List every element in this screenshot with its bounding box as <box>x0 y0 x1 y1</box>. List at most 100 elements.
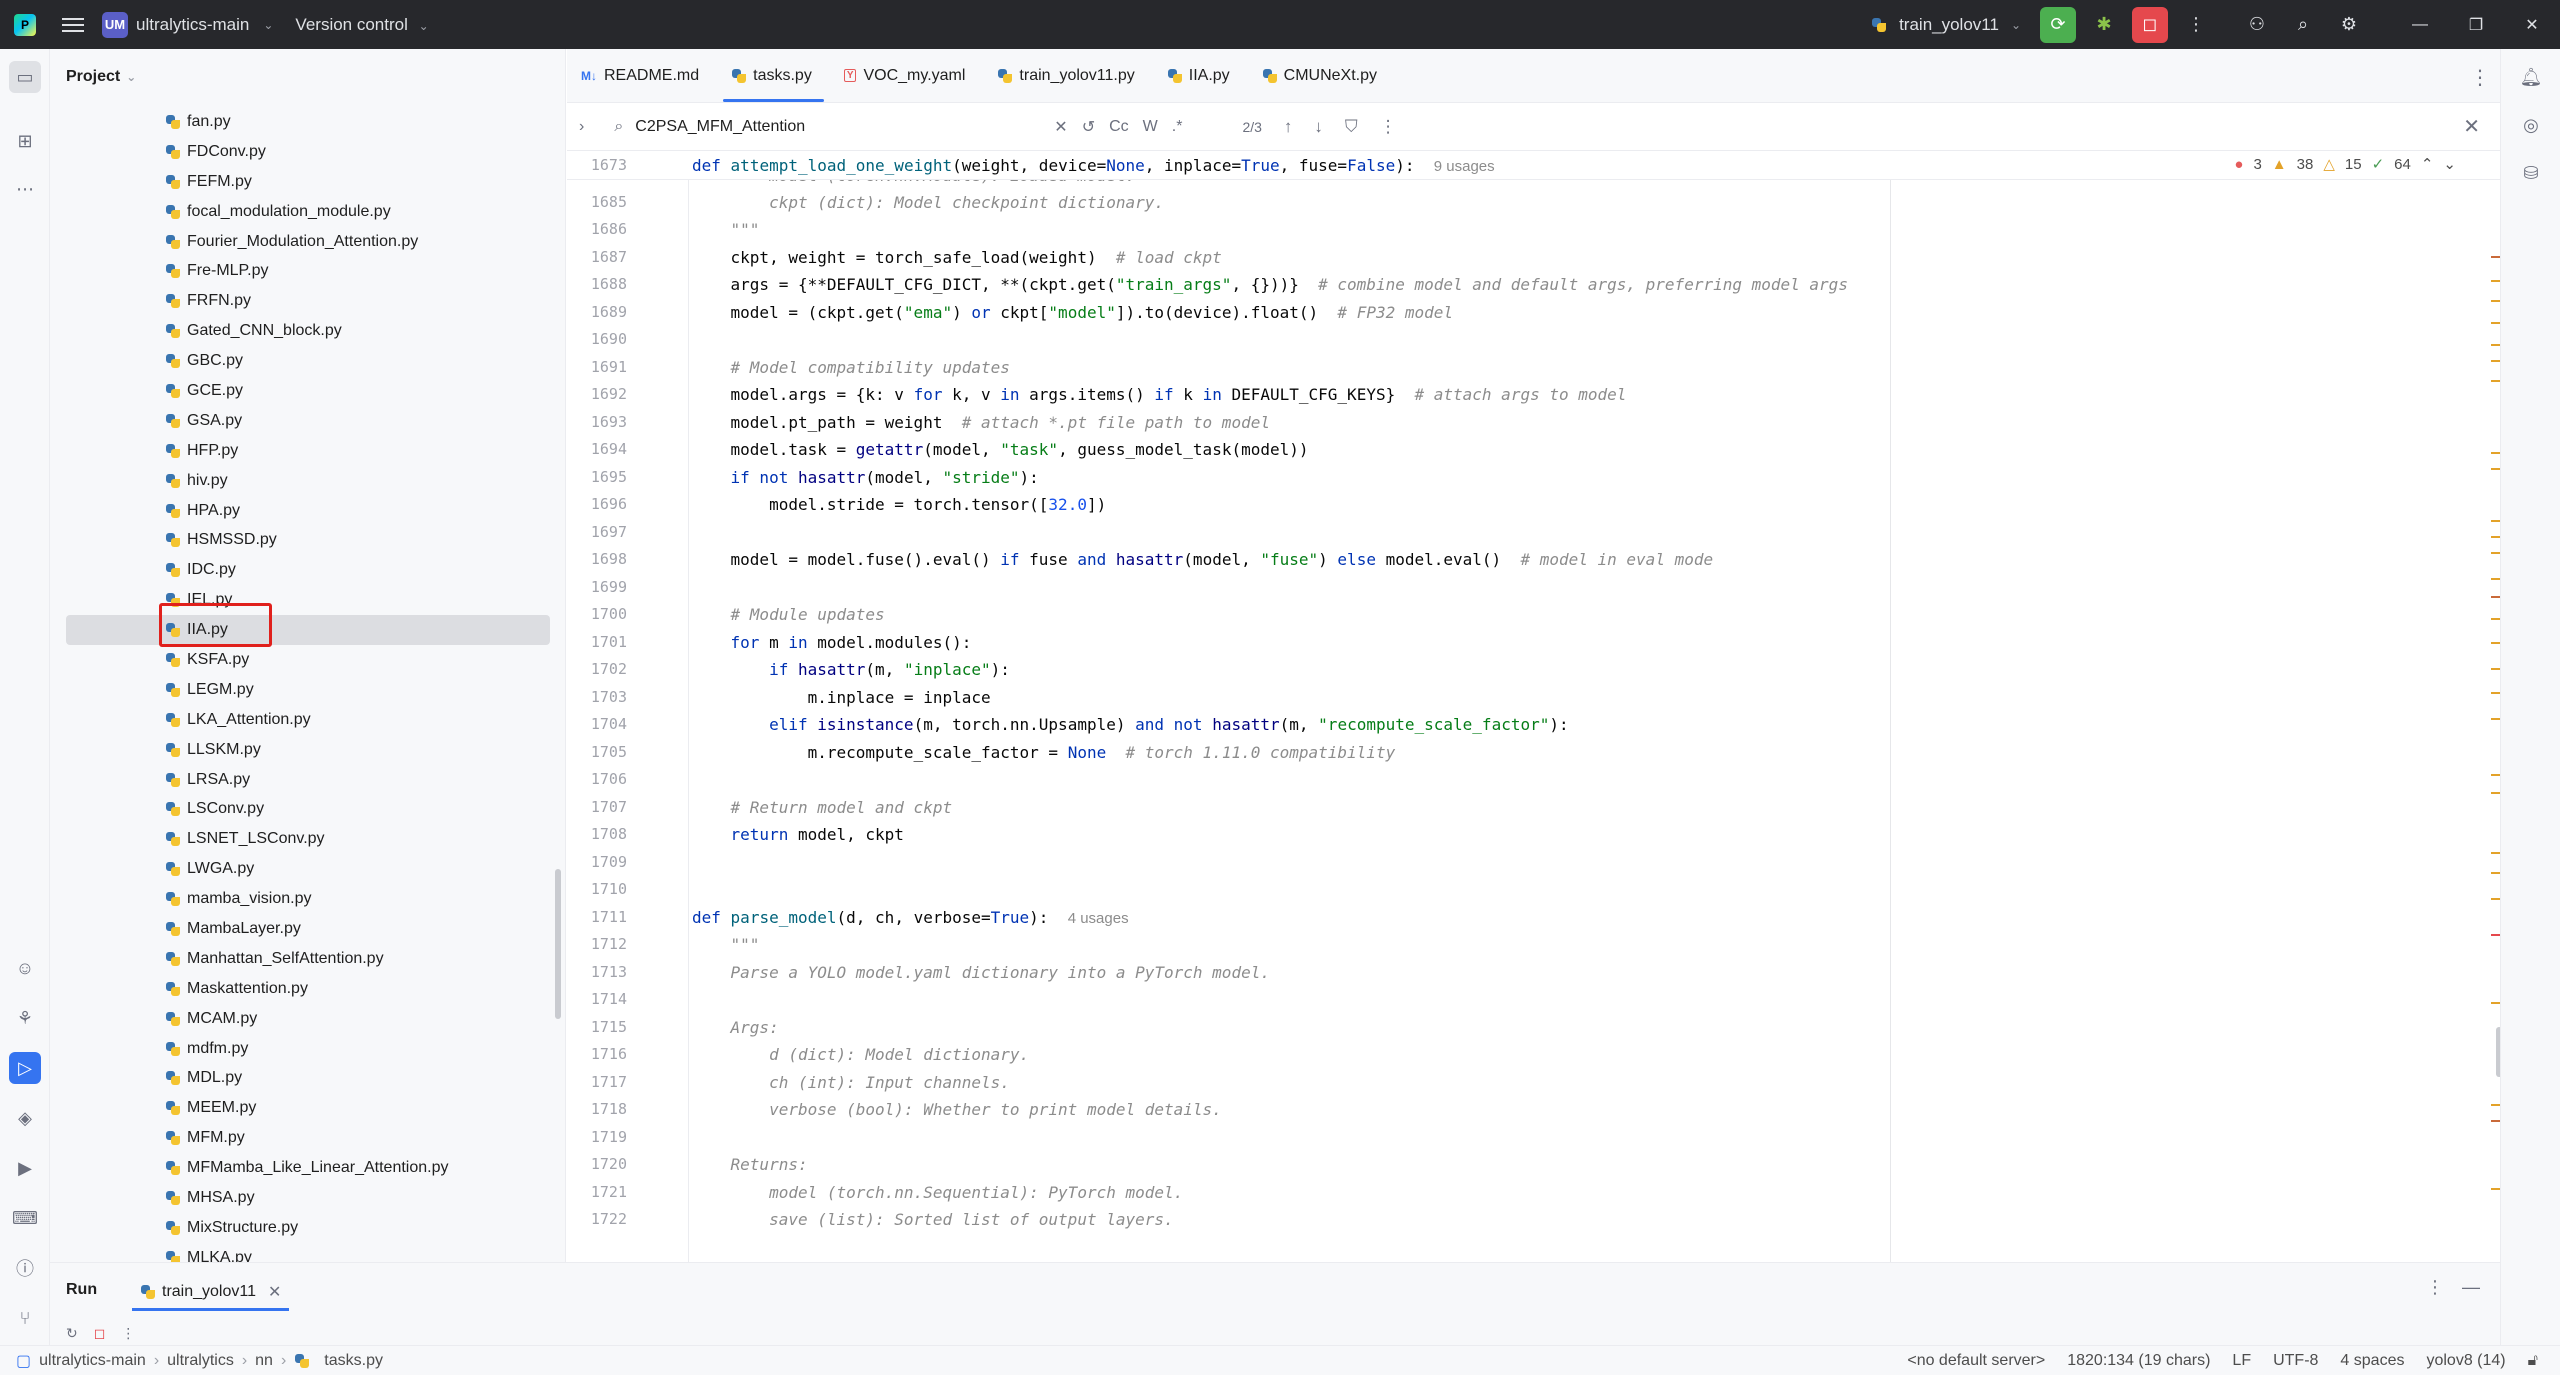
stripe-marker[interactable] <box>2491 322 2500 324</box>
clear-icon[interactable]: ✕ <box>1054 117 1067 137</box>
stripe-marker[interactable] <box>2491 852 2500 854</box>
stripe-marker[interactable] <box>2491 642 2500 644</box>
file-tree-item[interactable]: HPA.py <box>50 496 550 526</box>
file-tree-item[interactable]: MFMamba_Like_Linear_Attention.py <box>50 1153 550 1183</box>
file-tree-item[interactable]: MDL.py <box>50 1064 550 1094</box>
file-tree-item[interactable]: Fre-MLP.py <box>50 256 550 286</box>
file-tree-item[interactable]: GSA.py <box>50 406 550 436</box>
database-icon[interactable]: ⛁ <box>2515 157 2547 189</box>
file-tree-item[interactable]: Fourier_Modulation_Attention.py <box>50 227 550 257</box>
tab-voc-yaml[interactable]: Y VOC_my.yaml <box>830 49 984 102</box>
file-tree-item[interactable]: IIA.py <box>66 615 550 646</box>
close-icon[interactable]: ✕ <box>268 1282 281 1302</box>
inspection-widget[interactable]: ● 3 ▲ 38 △ 15 ✓ 64 ⌃ ⌄ <box>2234 155 2456 174</box>
tab-iia[interactable]: IIA.py <box>1153 49 1248 102</box>
stripe-marker[interactable] <box>2491 718 2500 720</box>
services-icon[interactable]: ▶ <box>9 1152 41 1184</box>
sticky-header[interactable]: 1673 def attempt_load_one_weight(weight,… <box>567 152 2500 180</box>
file-tree-item[interactable]: GBC.py <box>50 346 550 376</box>
pycharm-logo-icon[interactable]: P <box>14 13 36 36</box>
file-tree-item[interactable]: mamba_vision.py <box>50 884 550 914</box>
file-tree-item[interactable]: LLSKM.py <box>50 735 550 765</box>
find-input[interactable]: C2PSA_MFM_Attention <box>635 118 1040 136</box>
file-tree-item[interactable]: LSConv.py <box>50 794 550 824</box>
stop-icon[interactable]: ◻ <box>94 1325 106 1342</box>
arrow-up-icon[interactable]: ↑ <box>1284 117 1293 137</box>
file-tree-item[interactable]: LEGM.py <box>50 675 550 705</box>
file-tree-item[interactable]: MLKA.py <box>50 1243 550 1262</box>
gear-icon[interactable]: ⚙ <box>2331 7 2367 43</box>
whole-words-toggle[interactable]: W <box>1143 118 1158 136</box>
server-status[interactable]: <no default server> <box>1907 1352 2045 1370</box>
match-case-toggle[interactable]: Cc <box>1109 118 1129 136</box>
stripe-marker[interactable] <box>2491 578 2500 580</box>
tab-readme[interactable]: M↓ README.md <box>567 49 717 102</box>
stripe-marker[interactable] <box>2491 1002 2500 1004</box>
chevron-down-icon[interactable]: ⌄ <box>2443 155 2456 173</box>
main-menu-icon[interactable] <box>62 14 84 36</box>
git-icon[interactable]: ⑂ <box>9 1302 41 1334</box>
file-tree-item[interactable]: LRSA.py <box>50 765 550 795</box>
minimize-icon[interactable]: — <box>2392 0 2448 49</box>
stripe-marker[interactable] <box>2491 668 2500 670</box>
stripe-marker[interactable] <box>2491 552 2500 554</box>
search-icon[interactable]: ⌕ <box>2285 7 2321 43</box>
stripe-marker[interactable] <box>2491 300 2500 302</box>
python-console-icon[interactable]: ⚘ <box>9 1002 41 1034</box>
usages-hint[interactable]: 4 usages <box>1068 910 1129 927</box>
file-tree-item[interactable]: GCE.py <box>50 376 550 406</box>
file-tree-item[interactable]: FRFN.py <box>50 286 550 316</box>
terminal-icon[interactable]: ⌨ <box>9 1202 41 1234</box>
chevron-up-icon[interactable]: ⌃ <box>2421 155 2434 173</box>
filter-icon[interactable]: ⛉ <box>1345 117 1358 137</box>
ai-chat-icon[interactable]: ◎ <box>2515 109 2547 141</box>
rerun-icon[interactable]: ↻ <box>66 1325 78 1342</box>
file-tree-item[interactable]: MCAM.py <box>50 1004 550 1034</box>
more-actions-icon[interactable]: ⋮ <box>2178 7 2214 43</box>
breadcrumb-item[interactable]: ultralytics-main <box>39 1352 146 1370</box>
minimize-panel-icon[interactable]: — <box>2462 1277 2480 1298</box>
breadcrumb-item[interactable]: tasks.py <box>324 1352 383 1370</box>
file-tree-item[interactable]: IDC.py <box>50 555 550 585</box>
file-tree-item[interactable]: HFP.py <box>50 436 550 466</box>
file-tree-item[interactable]: FDConv.py <box>50 137 550 167</box>
file-tree-item[interactable]: IEL.py <box>50 585 550 615</box>
folder-icon[interactable]: ▭ <box>9 61 41 93</box>
project-scrollbar[interactable] <box>555 869 561 1019</box>
file-tree-item[interactable]: mdfm.py <box>50 1034 550 1064</box>
more-options-icon[interactable]: ⋮ <box>1380 117 1397 137</box>
stripe-marker[interactable] <box>2491 872 2500 874</box>
layers-icon[interactable]: ◈ <box>9 1102 41 1134</box>
stripe-marker[interactable] <box>2491 692 2500 694</box>
stripe-marker[interactable] <box>2491 256 2500 258</box>
file-tree-item[interactable]: MHSA.py <box>50 1183 550 1213</box>
run-tab[interactable]: train_yolov11 ✕ <box>128 1273 293 1311</box>
debug-icon[interactable]: ✱ <box>2086 7 2122 43</box>
stripe-marker[interactable] <box>2491 618 2500 620</box>
file-tree-item[interactable]: FEFM.py <box>50 167 550 197</box>
project-selector[interactable]: UM ultralytics-main ⌄ <box>102 11 273 38</box>
line-separator[interactable]: LF <box>2232 1352 2251 1370</box>
code-editor[interactable]: 1684168516861687168816891690169116921693… <box>567 152 2500 1262</box>
run-config-selector[interactable]: train_yolov11 ⌄ <box>1871 15 2021 35</box>
file-tree-item[interactable]: fan.py <box>50 107 550 137</box>
file-tree-item[interactable]: MEEM.py <box>50 1093 550 1123</box>
stripe-marker[interactable] <box>2491 792 2500 794</box>
file-tree-item[interactable]: LSNET_LSConv.py <box>50 824 550 854</box>
add-user-icon[interactable]: ⚇ <box>2239 7 2275 43</box>
file-tree-item[interactable]: HSMSSD.py <box>50 525 550 555</box>
file-tree-item[interactable]: Maskattention.py <box>50 974 550 1004</box>
stripe-marker[interactable] <box>2491 280 2500 282</box>
tab-cmunext[interactable]: CMUNeXt.py <box>1248 49 1395 102</box>
tab-train-yolov11[interactable]: train_yolov11.py <box>983 49 1152 102</box>
stripe-marker[interactable] <box>2491 536 2500 538</box>
stripe-marker[interactable] <box>2491 452 2500 454</box>
lock-icon[interactable]: 🔓︎ <box>2528 1352 2538 1370</box>
python-interpreter[interactable]: yolov8 (14) <box>2426 1352 2505 1370</box>
cursor-position[interactable]: 1820:134 (19 chars) <box>2067 1352 2210 1370</box>
notifications-icon[interactable]: 🔔︎ <box>2515 61 2547 93</box>
file-tree-item[interactable]: hiv.py <box>50 466 550 496</box>
file-tree-item[interactable]: Gated_CNN_block.py <box>50 316 550 346</box>
stripe-marker[interactable] <box>2491 1188 2500 1190</box>
file-tree-item[interactable]: KSFA.py <box>50 645 550 675</box>
